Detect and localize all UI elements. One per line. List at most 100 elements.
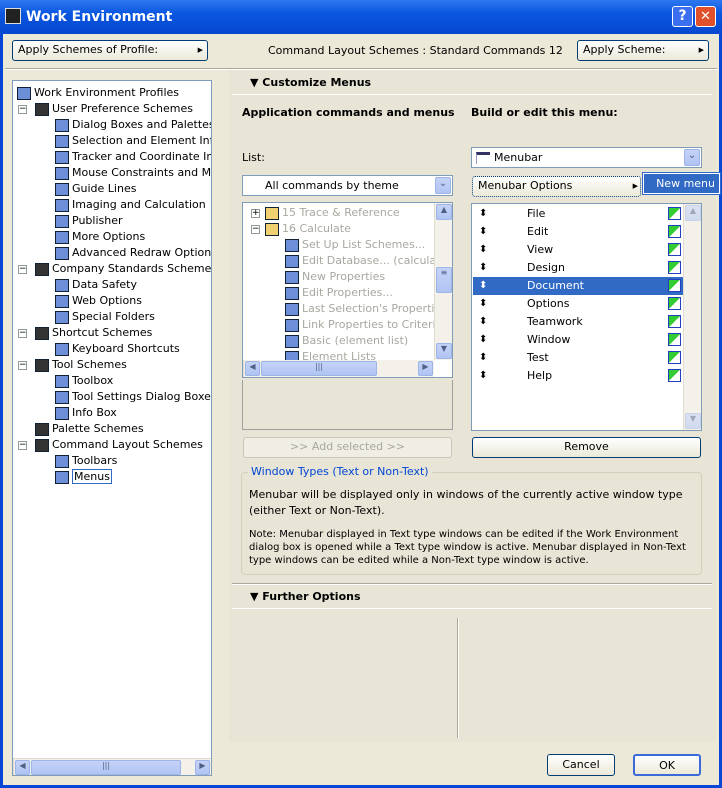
menubar-options-button[interactable]: Menubar Options ▶: [472, 176, 641, 197]
tree-item[interactable]: Imaging and Calculation: [55, 197, 206, 213]
menu-select[interactable]: Menubar ⌄: [471, 147, 702, 168]
expand-collapse-toggle[interactable]: −: [18, 361, 27, 370]
add-selected-button[interactable]: >> Add selected >>: [243, 437, 452, 458]
menu-list-item[interactable]: ⬍ Test: [473, 349, 683, 367]
scroll-thumb[interactable]: ≡: [436, 267, 452, 293]
menu-list-item[interactable]: ⬍ Options: [473, 295, 683, 313]
menu-list-item[interactable]: ⬍ Edit: [473, 223, 683, 241]
scroll-up-button[interactable]: ▲: [685, 205, 701, 221]
scroll-thumb[interactable]: |||: [261, 361, 377, 376]
edit-menu-icon[interactable]: [668, 351, 681, 364]
scroll-up-button[interactable]: ▲: [436, 204, 452, 220]
menu-list-item[interactable]: ⬍ Design: [473, 259, 683, 277]
scroll-right-button[interactable]: ▶: [418, 361, 433, 376]
expand-collapse-toggle[interactable]: −: [18, 105, 27, 114]
edit-menu-icon[interactable]: [668, 369, 681, 382]
edit-menu-icon[interactable]: [668, 261, 681, 274]
tree-item[interactable]: Keyboard Shortcuts: [55, 341, 180, 357]
tree-item[interactable]: Web Options: [55, 293, 142, 309]
tree-item[interactable]: Selection and Element Inform: [55, 133, 211, 149]
command-item[interactable]: 15 Trace & Reference: [265, 205, 400, 221]
expand-collapse-toggle[interactable]: −: [18, 329, 27, 338]
tree-item[interactable]: Tool Schemes: [35, 357, 127, 373]
edit-menu-icon[interactable]: [668, 243, 681, 256]
apply-schemes-of-profile-button[interactable]: Apply Schemes of Profile: ▶: [12, 40, 208, 61]
scroll-down-button[interactable]: ▼: [685, 413, 701, 429]
menu-list-item[interactable]: ⬍ Help: [473, 367, 683, 385]
drag-handle-icon[interactable]: ⬍: [479, 241, 487, 259]
scroll-right-button[interactable]: ▶: [195, 760, 210, 775]
edit-menu-icon[interactable]: [668, 333, 681, 346]
tree-item[interactable]: Data Safety: [55, 277, 137, 293]
commands-tree[interactable]: +15 Trace & Reference − 16 Calculate Set Up…: [242, 202, 453, 378]
help-button[interactable]: ?: [672, 6, 693, 27]
drag-handle-icon[interactable]: ⬍: [479, 367, 487, 385]
tree-item[interactable]: Publisher: [55, 213, 123, 229]
apply-scheme-button[interactable]: Apply Scheme: ▶: [577, 40, 709, 61]
scroll-left-button[interactable]: ◀: [15, 760, 30, 775]
commands-vertical-scrollbar[interactable]: ▲ ≡ ▼: [434, 203, 452, 360]
tree-item[interactable]: Company Standards Schemes: [35, 261, 211, 277]
tree-item[interactable]: Advanced Redraw Options: [55, 245, 211, 261]
menu-list-scrollbar[interactable]: ▲ ▼: [683, 204, 701, 430]
tree-item[interactable]: Work Environment Profiles: [17, 85, 179, 101]
menu-list-item[interactable]: ⬍ Teamwork: [473, 313, 683, 331]
expand-collapse-toggle[interactable]: −: [251, 225, 260, 234]
further-options-header[interactable]: ▼ Further Options: [250, 590, 361, 603]
edit-menu-icon[interactable]: [668, 315, 681, 328]
tree-item[interactable]: Tool Settings Dialog Boxes: [55, 389, 211, 405]
menu-list-item[interactable]: ⬍ View: [473, 241, 683, 259]
menu-list-item[interactable]: ⬍ Document: [473, 277, 683, 295]
drag-handle-icon[interactable]: ⬍: [479, 313, 487, 331]
menu-list-item[interactable]: ⬍ Window: [473, 331, 683, 349]
scroll-left-button[interactable]: ◀: [245, 361, 260, 376]
command-filter-select[interactable]: All commands by theme ⌄: [242, 175, 453, 196]
command-item[interactable]: 16 Calculate: [265, 221, 351, 237]
scroll-down-button[interactable]: ▼: [436, 343, 452, 359]
edit-menu-icon[interactable]: [668, 279, 681, 292]
menu-list-item[interactable]: ⬍ File: [473, 205, 683, 223]
drag-handle-icon[interactable]: ⬍: [479, 349, 487, 367]
cancel-button[interactable]: Cancel: [547, 754, 615, 776]
tree-item[interactable]: User Preference Schemes: [35, 101, 193, 117]
command-item[interactable]: Basic (element list): [285, 333, 408, 349]
tree-item[interactable]: Shortcut Schemes: [35, 325, 152, 341]
expand-collapse-toggle[interactable]: +: [251, 209, 260, 218]
drag-handle-icon[interactable]: ⬍: [479, 205, 487, 223]
command-item[interactable]: Link Properties to Criteria...: [285, 317, 452, 333]
close-button[interactable]: ✕: [695, 6, 716, 27]
command-item[interactable]: Edit Database... (calculate): [285, 253, 452, 269]
tree-item[interactable]: More Options: [55, 229, 145, 245]
command-item[interactable]: New Properties: [285, 269, 385, 285]
tree-item[interactable]: Palette Schemes: [35, 421, 144, 437]
tree-item[interactable]: Toolbars: [55, 453, 117, 469]
tree-item[interactable]: Mouse Constraints and Meth: [55, 165, 211, 181]
drag-handle-icon[interactable]: ⬍: [479, 277, 487, 295]
tree-item[interactable]: Guide Lines: [55, 181, 136, 197]
command-item[interactable]: Edit Properties...: [285, 285, 393, 301]
remove-button[interactable]: Remove: [472, 437, 701, 458]
command-item[interactable]: Set Up List Schemes...: [285, 237, 425, 253]
tree-item[interactable]: Info Box: [55, 405, 117, 421]
expand-collapse-toggle[interactable]: −: [18, 265, 27, 274]
new-menu-menu-item[interactable]: New menu: [642, 172, 721, 195]
edit-menu-icon[interactable]: [668, 225, 681, 238]
tree-item[interactable]: Toolbox: [55, 373, 113, 389]
tree-item[interactable]: Command Layout Schemes: [35, 437, 203, 453]
drag-handle-icon[interactable]: ⬍: [479, 259, 487, 277]
drag-handle-icon[interactable]: ⬍: [479, 223, 487, 241]
edit-menu-icon[interactable]: [668, 297, 681, 310]
drag-handle-icon[interactable]: ⬍: [479, 295, 487, 313]
scroll-thumb[interactable]: |||: [31, 760, 181, 775]
commands-horizontal-scrollbar[interactable]: ◀ ||| ▶: [243, 360, 434, 377]
command-item[interactable]: Last Selection's Properties...: [285, 301, 452, 317]
expand-collapse-toggle[interactable]: −: [18, 441, 27, 450]
edit-menu-icon[interactable]: [668, 207, 681, 220]
ok-button[interactable]: OK: [633, 754, 701, 776]
tree-item[interactable]: Menus: [55, 469, 112, 485]
menu-items-list[interactable]: ⬍ File ⬍ Edit ⬍ View ⬍ Design ⬍ Document ⬍ Options ⬍…: [471, 203, 702, 431]
tree-item[interactable]: Special Folders: [55, 309, 155, 325]
customize-menus-header[interactable]: ▼ Customize Menus: [250, 76, 371, 89]
drag-handle-icon[interactable]: ⬍: [479, 331, 487, 349]
tree-item[interactable]: Tracker and Coordinate Input: [55, 149, 211, 165]
